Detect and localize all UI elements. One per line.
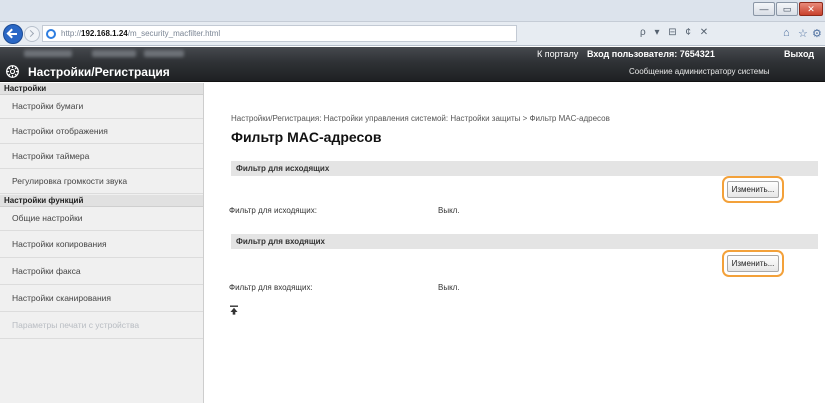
sidebar-item-general[interactable]: Общие настройки — [0, 207, 203, 231]
home-icon[interactable]: ⌂ — [783, 27, 790, 39]
browser-address-row: http://192.168.1.24/m_security_macfilter… — [0, 22, 825, 46]
outgoing-filter-value: Выкл. — [438, 206, 460, 215]
close-window-button[interactable]: ✕ — [799, 2, 823, 16]
browser-titlebar: — ▭ ✕ — [0, 0, 825, 22]
sidebar-item-display[interactable]: Настройки отображения — [0, 120, 203, 144]
sidebar-group-settings: Настройки — [0, 83, 203, 95]
close-icon: ✕ — [807, 4, 815, 14]
incoming-filter-label: Фильтр для входящих: — [229, 283, 313, 292]
back-button[interactable] — [3, 24, 23, 44]
ie-icon — [46, 29, 56, 39]
minimize-icon: — — [759, 4, 769, 14]
sidebar-item-copy[interactable]: Настройки копирования — [0, 232, 203, 258]
admin-message-link[interactable]: Сообщение администратору системы — [629, 67, 769, 76]
address-tools[interactable]: ρ ▾ ⊟ ¢ ✕ — [640, 27, 711, 38]
forward-button[interactable] — [24, 26, 40, 42]
maximize-icon: ▭ — [782, 4, 792, 14]
tools-gear-icon[interactable]: ⚙ — [812, 27, 822, 40]
blurred-device-info — [92, 50, 136, 57]
sidebar-item-scan[interactable]: Настройки сканирования — [0, 286, 203, 312]
address-bar[interactable]: http://192.168.1.24/m_security_macfilter… — [42, 25, 517, 42]
outgoing-filter-label: Фильтр для исходящих: — [229, 206, 317, 215]
login-info: Вход пользователя: 7654321 — [587, 49, 715, 59]
outgoing-edit-button[interactable]: Изменить... — [727, 181, 779, 198]
incoming-filter-value: Выкл. — [438, 283, 460, 292]
incoming-edit-button[interactable]: Изменить... — [727, 255, 779, 272]
sidebar: Настройки Настройки бумаги Настройки ото… — [0, 83, 204, 403]
outgoing-filter-header: Фильтр для исходящих — [231, 161, 818, 176]
address-url: http://192.168.1.24/m_security_macfilter… — [61, 29, 221, 38]
sidebar-item-fax[interactable]: Настройки факса — [0, 259, 203, 285]
scroll-to-top-icon[interactable] — [229, 305, 239, 315]
main-content: Настройки/Регистрация: Настройки управле… — [216, 83, 825, 403]
logout-link[interactable]: Выход — [784, 49, 814, 59]
sidebar-item-volume[interactable]: Регулировка громкости звука — [0, 170, 203, 194]
incoming-filter-header: Фильтр для входящих — [231, 234, 818, 249]
settings-gear-icon — [6, 65, 19, 78]
app-title: Настройки/Регистрация — [28, 65, 170, 79]
sidebar-item-paper[interactable]: Настройки бумаги — [0, 95, 203, 119]
favorites-star-icon[interactable]: ☆ — [798, 27, 808, 40]
sidebar-group-functions: Настройки функций — [0, 195, 203, 207]
sidebar-item-print-from-device[interactable]: Параметры печати с устройства — [0, 313, 203, 339]
breadcrumb: Настройки/Регистрация: Настройки управле… — [231, 114, 610, 123]
app-top-strip: К порталу Вход пользователя: 7654321 Вых… — [0, 47, 825, 62]
outgoing-edit-highlight: Изменить... — [722, 176, 784, 203]
incoming-edit-highlight: Изменить... — [722, 250, 784, 277]
sidebar-item-timer[interactable]: Настройки таймера — [0, 145, 203, 169]
maximize-button[interactable]: ▭ — [776, 2, 798, 16]
blurred-device-info — [144, 50, 184, 57]
app-header: Настройки/Регистрация Сообщение админист… — [0, 62, 825, 82]
portal-link[interactable]: К порталу — [537, 49, 578, 59]
minimize-button[interactable]: — — [753, 2, 775, 16]
blurred-device-name — [24, 50, 72, 57]
page-title: Фильтр MAC-адресов — [231, 129, 382, 145]
